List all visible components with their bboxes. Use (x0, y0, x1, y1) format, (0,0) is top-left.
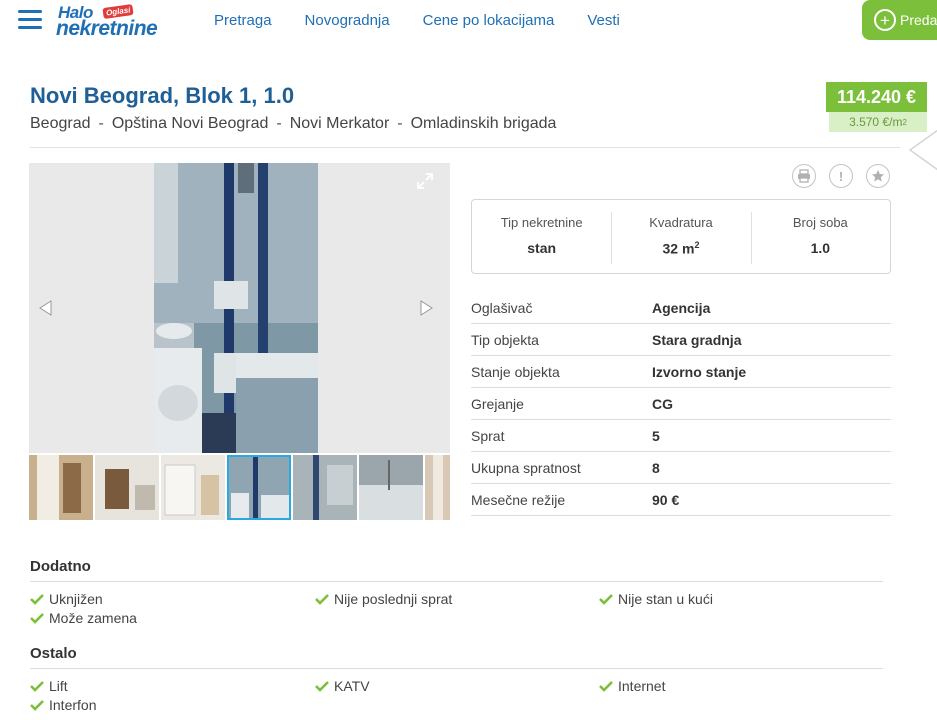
divider (30, 668, 883, 669)
thumbnail-active[interactable] (227, 455, 291, 520)
fact-area: Kvadratura 32 m2 (611, 200, 750, 273)
thumbnail-strip (29, 455, 450, 520)
feature-item: KATV (315, 678, 370, 694)
nav-link-cene[interactable]: Cene po lokacijama (423, 12, 555, 29)
detail-value: Agencija (652, 299, 711, 316)
divider (30, 581, 883, 582)
thumbnail[interactable] (95, 455, 159, 520)
thumbnail[interactable] (359, 455, 423, 520)
feature-item: Interfon (30, 697, 96, 713)
section-title-ostalo: Ostalo (30, 645, 77, 662)
fact-label: Tip nekretnine (500, 215, 583, 230)
detail-label: Oglašivač (471, 299, 533, 316)
feature-item: Nije stan u kući (599, 591, 713, 607)
detail-value: 5 (652, 427, 660, 444)
table-row: Ukupna spratnost 8 (471, 452, 891, 484)
table-row: Oglašivač Agencija (471, 292, 891, 324)
check-icon (30, 681, 44, 692)
thumbnail[interactable] (293, 455, 357, 520)
prev-photo-icon[interactable] (37, 299, 55, 317)
location-municipality: Opština Novi Beograd (111, 115, 269, 132)
fullscreen-icon[interactable] (417, 173, 433, 189)
nav-link-vesti[interactable]: Vesti (587, 12, 620, 29)
photo-gallery[interactable] (29, 163, 450, 453)
detail-label: Tip objekta (471, 331, 539, 348)
listing-actions: ! (792, 164, 890, 188)
detail-label: Mesečne režije (471, 491, 566, 508)
nav-link-novogradnja[interactable]: Novogradnja (305, 12, 390, 29)
logo-text-bottom: nekretnine (56, 17, 158, 40)
detail-value: 90 € (652, 491, 680, 508)
feature-item: Nije poslednji sprat (315, 591, 452, 607)
menu-icon[interactable] (18, 10, 42, 30)
fact-label: Kvadratura (649, 215, 713, 230)
feature-item: Uknjižen (30, 591, 103, 607)
feature-item: Može zamena (30, 610, 137, 626)
location-city: Beograd (30, 115, 91, 132)
detail-value: 8 (652, 459, 660, 476)
check-icon (30, 700, 44, 711)
feature-item: Internet (599, 678, 665, 694)
table-row: Sprat 5 (471, 420, 891, 452)
listing-title: Novi Beograd, Blok 1, 1.0 (30, 83, 295, 108)
thumbnail[interactable] (161, 455, 225, 520)
table-row: Mesečne režije 90 € (471, 484, 891, 516)
fact-label: Broj soba (792, 215, 848, 230)
detail-label: Stanje objekta (471, 363, 560, 380)
location-neighborhood: Novi Merkator (289, 115, 390, 132)
price-badge: 114.240 € (826, 82, 927, 112)
next-photo-icon[interactable] (417, 299, 435, 317)
fact-value: 1.0 (810, 240, 831, 256)
print-icon[interactable] (792, 164, 816, 188)
check-icon (599, 681, 613, 692)
fact-value: 32 m2 (662, 240, 700, 257)
feature-item: Lift (30, 678, 68, 694)
check-icon (315, 681, 329, 692)
check-icon (30, 594, 44, 605)
section-title-dodatno: Dodatno (30, 558, 91, 575)
main-nav: Pretraga Novogradnja Cene po lokacijama … (214, 12, 653, 29)
thumbnail[interactable] (425, 455, 450, 520)
nav-link-pretraga[interactable]: Pretraga (214, 12, 272, 29)
fact-value: stan (527, 240, 557, 256)
detail-label: Ukupna spratnost (471, 459, 581, 476)
fact-rooms: Broj soba 1.0 (750, 200, 890, 273)
details-table: Oglašivač Agencija Tip objekta Stara gradn… (471, 292, 891, 516)
detail-value: CG (652, 395, 673, 412)
breadcrumb-location: Beograd - Opština Novi Beograd - Novi Merkat… (30, 115, 557, 132)
detail-label: Sprat (471, 427, 505, 444)
top-bar: Halo Oglasi nekretnine Pretraga Novograd… (0, 0, 937, 42)
post-ad-button[interactable]: + Preda (862, 0, 937, 40)
divider (30, 147, 900, 148)
check-icon (30, 613, 44, 624)
report-icon[interactable]: ! (829, 164, 853, 188)
check-icon (315, 594, 329, 605)
location-street: Omladinskih brigada (410, 115, 557, 132)
side-panel-tab[interactable] (908, 128, 937, 188)
detail-value: Izvorno stanje (652, 363, 747, 380)
fact-property-type: Tip nekretnine stan (472, 200, 611, 273)
favorite-star-icon[interactable] (866, 164, 890, 188)
logo[interactable]: Halo Oglasi nekretnine (56, 3, 188, 40)
detail-label: Grejanje (471, 395, 524, 412)
check-icon (599, 594, 613, 605)
table-row: Tip objekta Stara gradnja (471, 324, 891, 356)
key-facts-box: Tip nekretnine stan Kvadratura 32 m2 Bro… (471, 199, 891, 274)
thumbnail[interactable] (29, 455, 93, 520)
detail-value: Stara gradnja (652, 331, 742, 348)
main-photo[interactable] (154, 163, 318, 453)
table-row: Grejanje CG (471, 388, 891, 420)
table-row: Stanje objekta Izvorno stanje (471, 356, 891, 388)
plus-icon: + (874, 9, 896, 31)
post-ad-label: Preda (900, 12, 937, 28)
